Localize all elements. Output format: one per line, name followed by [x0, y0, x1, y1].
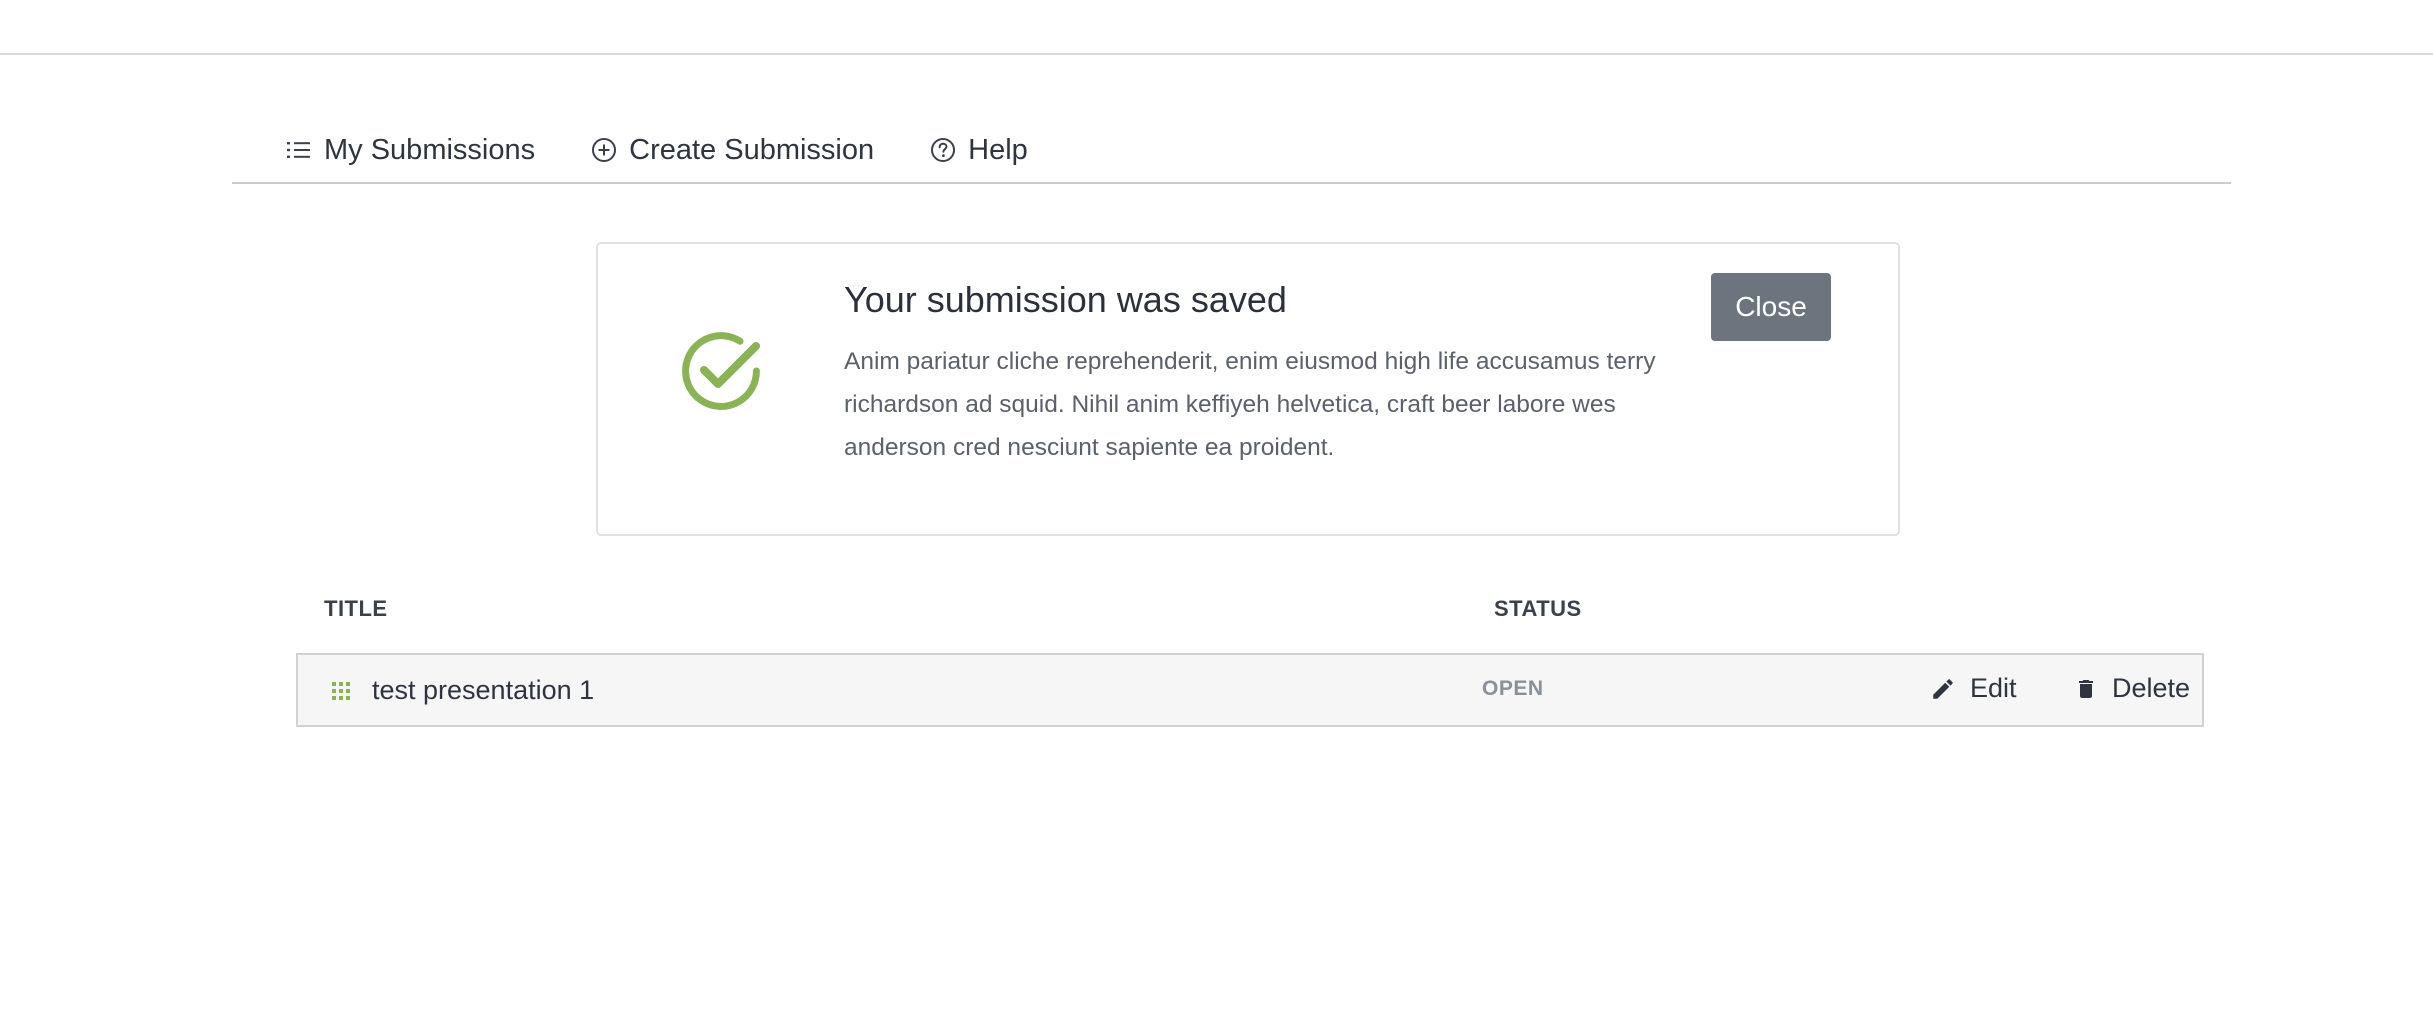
- alert-message: Anim pariatur cliche reprehenderit, enim…: [844, 348, 1656, 461]
- column-header-status: STATUS: [1494, 596, 1582, 621]
- submission-title: test presentation 1: [372, 675, 595, 705]
- alert-title: Your submission was saved: [844, 279, 1287, 320]
- question-circle-icon: [931, 138, 956, 162]
- delete-label: Delete: [2112, 673, 2191, 703]
- tab-label: Create Submission: [629, 133, 875, 166]
- trash-icon: [2079, 679, 2093, 698]
- check-circle-icon: [682, 332, 760, 410]
- list-icon: [287, 142, 310, 158]
- success-alert: Your submission was saved Anim pariatur …: [596, 242, 1900, 536]
- submission-nav: My Submissions Create Submission Help: [232, 118, 2231, 184]
- edit-button[interactable]: Edit: [1930, 673, 2017, 704]
- plus-circle-icon: [592, 138, 617, 162]
- tab-my-submissions[interactable]: My Submissions: [286, 122, 535, 178]
- close-button[interactable]: Close: [1711, 273, 1831, 341]
- delete-button[interactable]: Delete: [2074, 673, 2190, 704]
- edit-label: Edit: [1970, 673, 2017, 703]
- tab-create-submission[interactable]: Create Submission: [591, 122, 874, 178]
- column-header-title: TITLE: [324, 596, 388, 621]
- tab-label: My Submissions: [324, 133, 536, 166]
- drag-handle-icon[interactable]: [332, 682, 350, 700]
- header-divider: [0, 53, 2433, 55]
- table-row[interactable]: test presentation 1 OPEN Edit Delete: [296, 653, 2204, 727]
- tab-help[interactable]: Help: [930, 122, 1028, 178]
- status-badge: OPEN: [1482, 677, 1544, 700]
- pencil-icon: [1933, 678, 1953, 699]
- page: My Submissions Create Submission Help Yo…: [0, 0, 2433, 1011]
- tab-label: Help: [968, 133, 1028, 166]
